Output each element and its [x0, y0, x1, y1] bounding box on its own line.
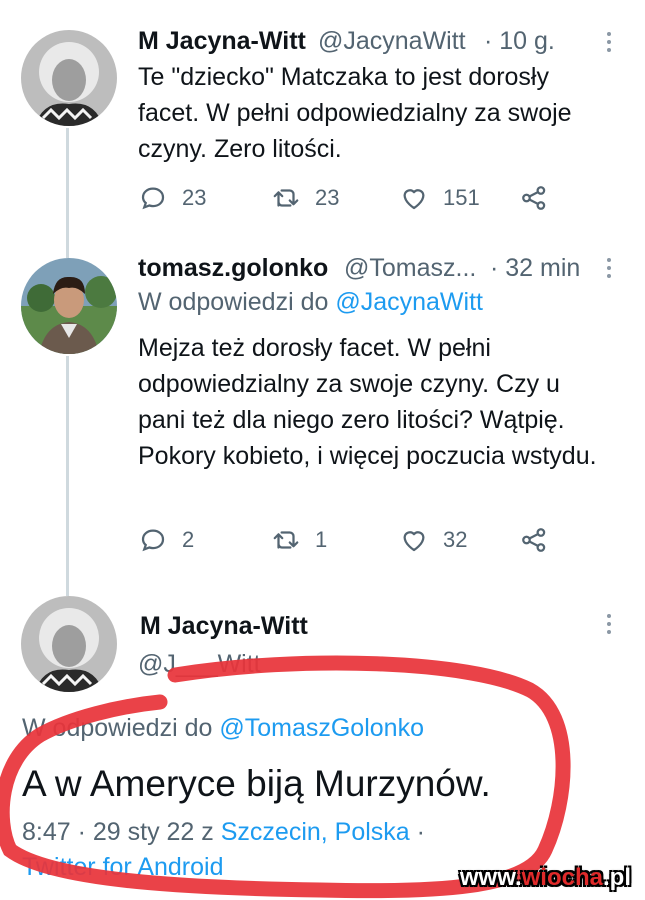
reply-button[interactable]: 2 — [138, 525, 271, 555]
tweet3-metadata: 8:47 · 29 sty 22 z Szczecin, Polska · — [22, 818, 425, 847]
tweet3-timestamp[interactable]: 8:47 · 29 sty 22 z — [22, 818, 214, 846]
tweet2-handle[interactable]: @Tomasz... — [344, 254, 476, 283]
reply-count: 2 — [182, 527, 195, 552]
tweet3-reply-context: W odpowiedzi do @TomaszGolonko — [22, 714, 424, 743]
tweet1-time[interactable]: · 10 g. — [484, 27, 555, 56]
tweet3-display-name[interactable]: M Jacyna-Witt — [140, 612, 308, 641]
tweet1-actions: 23 23 151 — [138, 178, 563, 218]
watermark: www.wiocha.pl — [460, 864, 631, 892]
reply-button[interactable]: 23 — [138, 183, 271, 213]
avatar[interactable] — [21, 30, 117, 126]
share-icon — [522, 528, 546, 552]
reply-count: 23 — [182, 185, 207, 210]
like-button[interactable]: 32 — [399, 525, 519, 555]
tweet2-reply-context: W odpowiedzi do @JacynaWitt — [138, 288, 483, 317]
more-options-icon[interactable] — [606, 32, 612, 56]
tweet2-display-name[interactable]: tomasz.golonko — [138, 254, 328, 283]
tweet3-location-link[interactable]: Szczecin, Polska — [221, 818, 410, 846]
share-button[interactable] — [519, 183, 563, 213]
tweet1-display-name[interactable]: M Jacyna-Witt — [138, 27, 306, 56]
share-icon — [522, 186, 546, 210]
more-options-icon[interactable] — [606, 258, 612, 282]
tweet1-text: Te "dziecko" Matczaka to jest dorosły fa… — [138, 63, 572, 163]
avatar-man-icon — [21, 258, 117, 354]
tweet3-source-link[interactable]: Twitter for Android — [22, 853, 223, 882]
retweet-button[interactable]: 1 — [271, 525, 399, 555]
thread-line-1 — [66, 128, 69, 258]
retweet-count: 23 — [315, 185, 340, 210]
tweet3-text: A w Ameryce biją Murzynów. — [22, 763, 491, 804]
like-count: 32 — [443, 527, 468, 552]
watermark-brand: wiocha — [521, 864, 603, 891]
heart-icon — [403, 531, 425, 552]
reply-icon — [141, 529, 165, 552]
retweet-count: 1 — [315, 527, 328, 552]
meta-separator: · — [416, 818, 425, 846]
watermark-suffix: .pl — [603, 864, 631, 891]
reply-icon — [141, 187, 165, 210]
reply-prefix: W odpowiedzi do — [22, 714, 213, 742]
tweet2-text: Mejza też dorosły facet. W pełni odpowie… — [138, 334, 597, 470]
retweet-icon — [273, 531, 299, 549]
tweet1-handle[interactable]: @JacynaWitt — [318, 27, 466, 56]
watermark-prefix: www. — [459, 864, 522, 891]
reply-prefix: W odpowiedzi do — [138, 288, 329, 316]
reply-to-link[interactable]: @JacynaWitt — [335, 288, 483, 316]
avatar-woman-icon — [21, 30, 117, 126]
heart-icon — [403, 189, 425, 210]
like-count: 151 — [443, 185, 480, 210]
thread-line-2 — [66, 356, 69, 596]
tweet3-handle[interactable]: @J___Witt — [138, 650, 261, 679]
avatar-woman-icon — [21, 596, 117, 692]
reply-to-link[interactable]: @TomaszGolonko — [219, 714, 424, 742]
retweet-button[interactable]: 23 — [271, 183, 399, 213]
avatar[interactable] — [21, 258, 117, 354]
share-button[interactable] — [519, 525, 563, 555]
like-button[interactable]: 151 — [399, 183, 519, 213]
retweet-icon — [273, 189, 299, 207]
tweet2-time[interactable]: · 32 min — [490, 254, 580, 283]
tweet2-actions: 2 1 32 — [138, 520, 563, 560]
avatar[interactable] — [21, 596, 117, 692]
more-options-icon[interactable] — [606, 614, 612, 638]
